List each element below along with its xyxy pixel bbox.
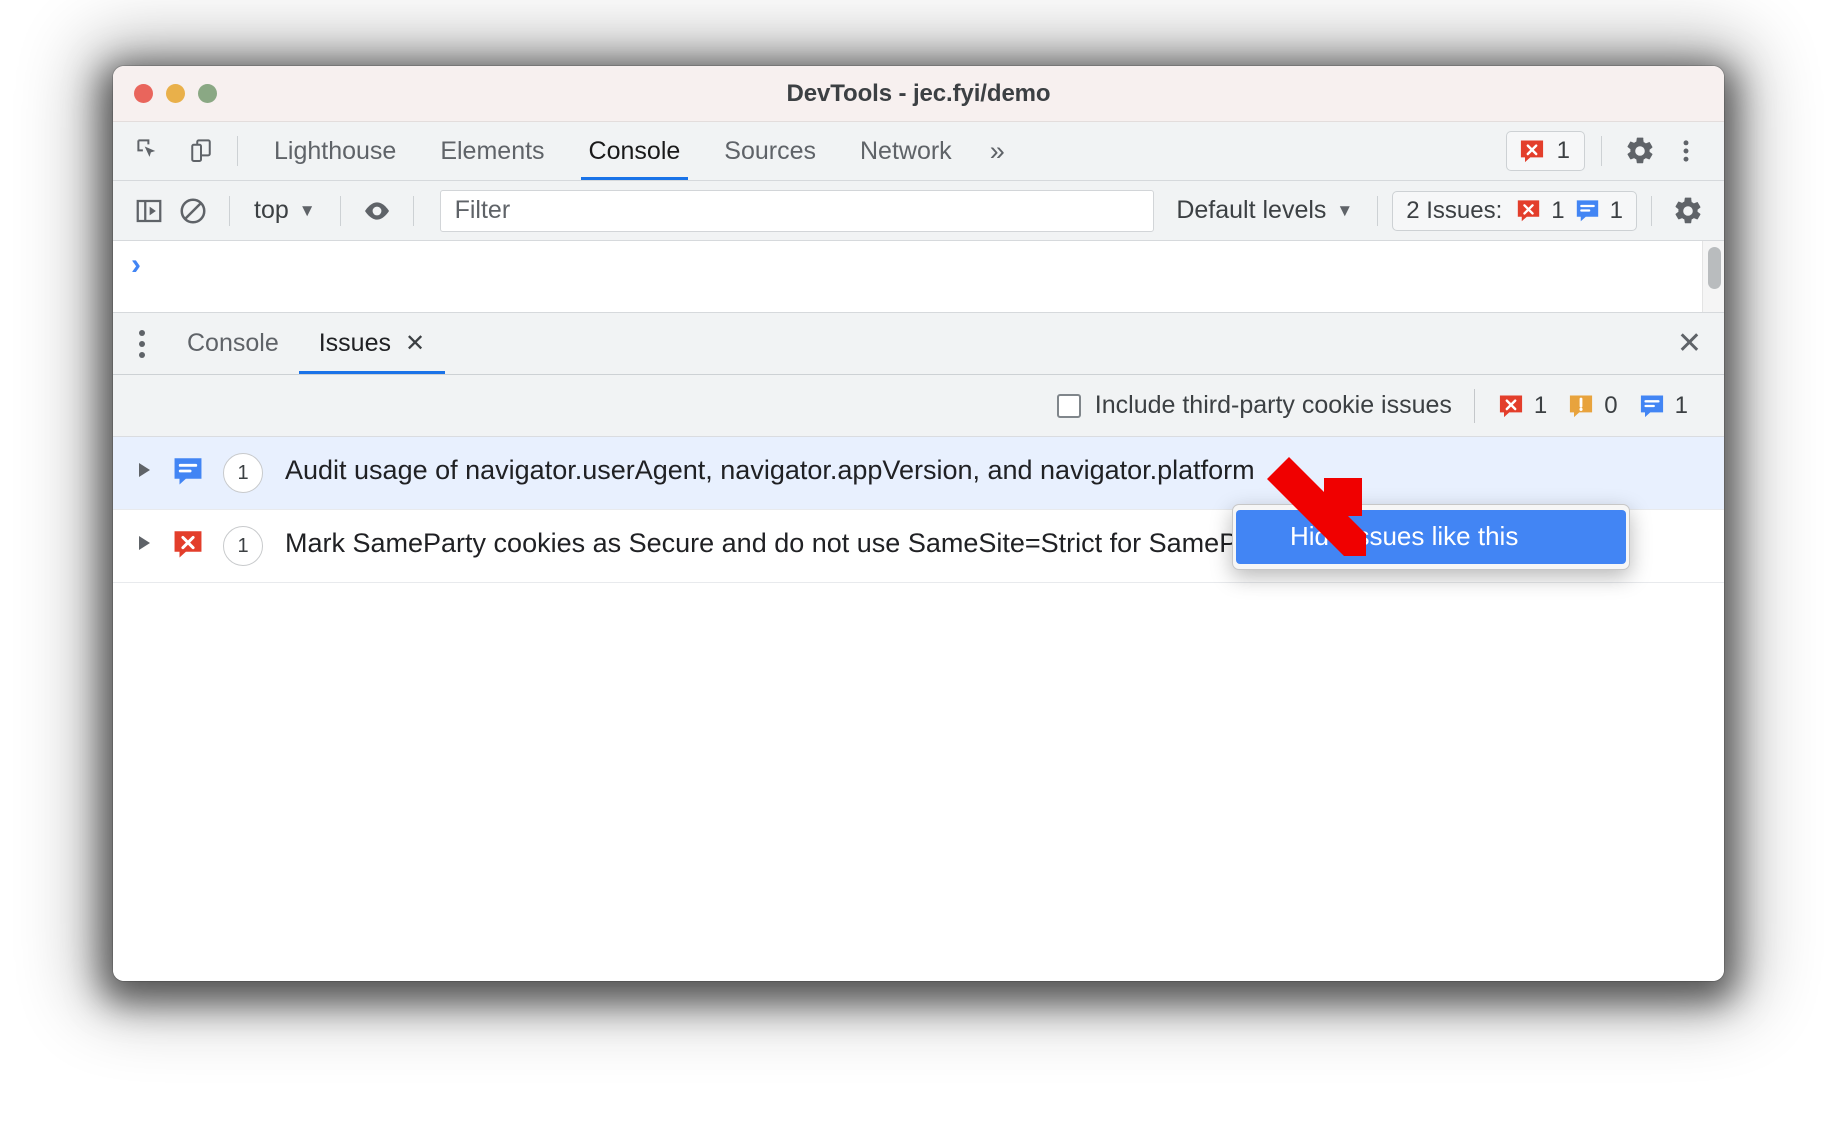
console-prompt-chevron-icon: › — [131, 248, 141, 281]
issue-count-chip: 1 — [223, 453, 263, 493]
context-menu-item-hide-issues[interactable]: Hide issues like this — [1236, 510, 1626, 564]
issues-warning-count-group: 0 — [1567, 391, 1618, 420]
tab-sources[interactable]: Sources — [702, 122, 838, 180]
console-toolbar: top ▼ Default levels ▼ 2 Issues: 1 — [113, 181, 1724, 241]
tab-elements[interactable]: Elements — [418, 122, 566, 180]
main-toolbar: Lighthouse Elements Console Sources Netw… — [113, 122, 1724, 181]
error-count-badge[interactable]: 1 — [1505, 131, 1585, 171]
filter-input[interactable] — [439, 189, 1155, 232]
gear-icon[interactable] — [1618, 129, 1662, 173]
log-levels-selector[interactable]: Default levels ▼ — [1166, 196, 1363, 225]
expand-triangle-icon[interactable] — [131, 455, 157, 485]
info-bubble-icon-2 — [1638, 392, 1666, 420]
chevron-down-icon-2: ▼ — [1336, 200, 1354, 220]
chevron-down-icon: ▼ — [298, 200, 316, 220]
error-bubble-icon-3 — [1497, 392, 1525, 420]
execution-context-selector[interactable]: top ▼ — [244, 196, 326, 225]
issues-info-count-value: 1 — [1674, 391, 1688, 419]
tab-console[interactable]: Console — [567, 122, 703, 180]
console-toolbar-divider-3 — [412, 195, 414, 226]
error-bubble-icon-2 — [1515, 197, 1542, 224]
error-bubble-icon-4 — [171, 527, 205, 561]
issues-error-count-group: 1 — [1497, 392, 1547, 420]
issues-info-count: 1 — [1609, 196, 1623, 224]
table-row[interactable]: 1 Audit usage of navigator.userAgent, na… — [113, 437, 1724, 510]
issues-filter-bar: Include third-party cookie issues 1 0 1 — [113, 375, 1724, 437]
drawer-close-icon[interactable]: ✕ — [1677, 328, 1702, 359]
close-icon[interactable]: ✕ — [405, 331, 425, 356]
clear-console-icon[interactable] — [171, 189, 215, 233]
issue-title: Audit usage of navigator.userAgent, navi… — [285, 455, 1255, 485]
third-party-cookie-label: Include third-party cookie issues — [1094, 391, 1452, 419]
main-toolbar-icons — [113, 129, 223, 173]
issues-warning-count-value: 0 — [1604, 391, 1618, 419]
tab-network[interactable]: Network — [838, 122, 974, 180]
error-count-value: 1 — [1556, 137, 1570, 164]
window-title: DevTools - jec.fyi/demo — [786, 79, 1051, 107]
issues-summary-badge[interactable]: 2 Issues: 1 1 — [1392, 190, 1637, 231]
show-console-sidebar-icon[interactable] — [127, 189, 171, 233]
inspect-element-icon[interactable] — [127, 129, 171, 173]
toolbar-divider-2 — [1601, 136, 1602, 166]
console-toolbar-divider-4 — [1377, 195, 1379, 226]
device-toolbar-icon[interactable] — [179, 129, 223, 173]
overflow-menu-icon[interactable] — [1664, 129, 1708, 173]
issues-error-count-value: 1 — [1533, 391, 1548, 419]
execution-context-value: top — [254, 196, 289, 224]
eye-icon[interactable] — [355, 189, 399, 233]
drawer-tabbar: Console Issues ✕ ✕ — [113, 313, 1724, 375]
drawer-tab-console-label: Console — [187, 329, 279, 357]
console-toolbar-divider-5 — [1651, 195, 1652, 226]
drawer-tab-console[interactable]: Console — [167, 313, 299, 374]
issues-error-count: 1 — [1551, 196, 1565, 224]
checkbox-box[interactable] — [1056, 393, 1081, 418]
more-tabs-chevron-icon[interactable]: » — [974, 137, 1021, 165]
console-toolbar-divider-1 — [229, 195, 230, 226]
drawer-tab-issues[interactable]: Issues ✕ — [298, 313, 446, 374]
main-toolbar-right: 1 — [1505, 129, 1724, 173]
drawer-more-tools-icon[interactable] — [113, 329, 167, 358]
warning-bubble-icon — [1567, 392, 1595, 420]
issues-summary-label: 2 Issues: — [1406, 196, 1503, 224]
toolbar-divider — [237, 136, 238, 166]
tab-lighthouse[interactable]: Lighthouse — [252, 122, 418, 180]
panel-tabs: Lighthouse Elements Console Sources Netw… — [252, 122, 1021, 180]
console-toolbar-divider-2 — [339, 195, 341, 226]
window-titlebar: DevTools - jec.fyi/demo — [113, 66, 1724, 122]
console-scrollbar-thumb[interactable] — [1708, 247, 1721, 289]
log-levels-value: Default levels — [1176, 196, 1327, 224]
third-party-cookie-checkbox[interactable]: Include third-party cookie issues — [1056, 391, 1452, 420]
issues-filter-divider — [1473, 388, 1475, 423]
issue-count-chip-2: 1 — [223, 526, 263, 566]
console-output-area[interactable]: › — [113, 241, 1724, 313]
error-bubble-icon — [1518, 137, 1546, 165]
drawer-tab-issues-label: Issues — [318, 329, 391, 357]
console-settings-gear-icon[interactable] — [1666, 189, 1710, 233]
issues-counts: 1 0 1 — [1497, 392, 1700, 420]
console-scrollbar[interactable] — [1702, 241, 1724, 312]
context-menu: Hide issues like this — [1232, 504, 1630, 570]
info-bubble-icon — [1574, 197, 1601, 224]
info-bubble-icon-3 — [171, 454, 205, 488]
expand-triangle-icon-2[interactable] — [131, 528, 157, 558]
issues-info-count-group: 1 — [1638, 392, 1688, 420]
